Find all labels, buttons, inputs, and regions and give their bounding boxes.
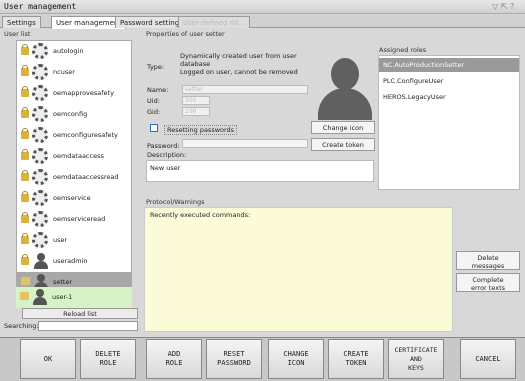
- list-item[interactable]: user-1: [16, 287, 132, 308]
- delete-messages-button[interactable]: Delete messages: [456, 251, 520, 270]
- list-item[interactable]: oemserviceread: [17, 209, 131, 230]
- user-name: oemconfiguresafety: [53, 131, 118, 139]
- lock-icon: [21, 65, 29, 76]
- resetting-passwords-label[interactable]: Resetting passwords: [164, 125, 238, 135]
- list-item[interactable]: oemapprovesafety: [17, 83, 131, 104]
- search-input[interactable]: [38, 321, 138, 331]
- password-field[interactable]: [182, 139, 308, 148]
- protocol-log: Recently executed commands:: [144, 207, 453, 332]
- list-item[interactable]: oemdataaccessread: [17, 167, 131, 188]
- lock-icon: [21, 254, 29, 265]
- create-token-softkey[interactable]: CREATE TOKEN: [328, 339, 384, 379]
- gear-icon: [32, 43, 48, 59]
- lock-icon: [21, 128, 29, 139]
- reset-password-softkey[interactable]: RESET PASSWORD: [206, 339, 262, 379]
- gear-icon: [32, 169, 48, 185]
- type-label: Type:: [147, 63, 165, 71]
- user-name: oemapprovesafety: [53, 89, 114, 97]
- user-name: setter: [53, 278, 73, 286]
- properties-header: Properties of user setter: [146, 30, 225, 38]
- description-field[interactable]: New user: [146, 160, 374, 182]
- gear-icon: [32, 64, 48, 80]
- description-label: Description:: [147, 151, 187, 159]
- gid-label: Gid:: [147, 108, 161, 116]
- role-item[interactable]: NC.AutoProductionSetter: [379, 58, 519, 72]
- user-name: oemdataaccess: [53, 152, 104, 160]
- user-name: ncuser: [53, 68, 75, 76]
- uid-label: Uid:: [147, 97, 160, 105]
- change-icon-softkey[interactable]: CHANGE ICON: [268, 339, 324, 379]
- gid-field: 100: [182, 107, 210, 116]
- user-list[interactable]: autologin ncuser oemapprovesafety oemcon…: [16, 40, 132, 305]
- create-token-button[interactable]: Create token: [311, 138, 375, 151]
- list-item[interactable]: oemconfig: [17, 104, 131, 125]
- add-role-softkey[interactable]: ADD ROLE: [146, 339, 202, 379]
- gear-icon: [32, 190, 48, 206]
- list-item[interactable]: ncuser: [17, 62, 131, 83]
- assigned-roles-list[interactable]: NC.AutoProductionSetter PLC.ConfigureUse…: [378, 55, 520, 190]
- tab-bar: Settings User management Password settin…: [0, 15, 525, 29]
- delete-role-softkey[interactable]: DELETE ROLE: [80, 339, 136, 379]
- lock-icon: [21, 170, 29, 181]
- name-field: setter: [182, 85, 308, 94]
- lock-icon: [21, 233, 29, 244]
- user-name: user: [53, 236, 68, 244]
- folder-icon: [20, 292, 29, 300]
- person-icon: [34, 253, 48, 269]
- window-controls[interactable]: ▽ ⇱ ?: [492, 2, 514, 11]
- complete-error-texts-button[interactable]: Complete error texts: [456, 273, 520, 292]
- password-label: Password:: [147, 142, 180, 150]
- resetting-passwords-checkbox[interactable]: [150, 124, 158, 132]
- tab-password-settings[interactable]: Password settings: [115, 16, 188, 28]
- gear-icon: [32, 106, 48, 122]
- list-item[interactable]: useradmin: [17, 251, 131, 272]
- certificate-and-keys-softkey[interactable]: CERTIFICATE AND KEYS: [388, 339, 444, 379]
- change-icon-button[interactable]: Change icon: [311, 121, 375, 134]
- user-name: oemserviceread: [53, 215, 106, 223]
- search-label: Searching:: [4, 322, 39, 330]
- type-value: Dynamically created user from user datab…: [180, 52, 298, 76]
- lock-icon: [21, 212, 29, 223]
- person-icon: [33, 289, 47, 305]
- list-item[interactable]: autologin: [17, 41, 131, 62]
- protocol-header: Protocol/Warnings: [146, 198, 205, 206]
- gear-icon: [32, 127, 48, 143]
- tab-settings[interactable]: Settings: [2, 16, 41, 28]
- lock-icon: [21, 191, 29, 202]
- gear-icon: [32, 148, 48, 164]
- window-title: User management: [4, 2, 77, 11]
- role-item[interactable]: HEROS.LegacyUser: [379, 90, 519, 104]
- gear-icon: [32, 232, 48, 248]
- folder-icon: [21, 277, 30, 285]
- reload-list-button[interactable]: Reload list: [22, 308, 138, 319]
- gear-icon: [32, 85, 48, 101]
- user-avatar: [318, 58, 372, 120]
- lock-icon: [21, 149, 29, 160]
- title-bar: User management ▽ ⇱ ?: [0, 0, 525, 14]
- ok-softkey[interactable]: OK: [20, 339, 76, 379]
- uid-field: 505: [182, 96, 210, 105]
- user-name: oemdataaccessread: [53, 173, 119, 181]
- lock-icon: [21, 86, 29, 97]
- assigned-roles-header: Assigned roles: [379, 46, 427, 54]
- cancel-softkey[interactable]: CANCEL: [460, 339, 516, 379]
- user-list-gutter: [0, 40, 16, 305]
- list-item[interactable]: oemdataaccess: [17, 146, 131, 167]
- list-item[interactable]: oemconfiguresafety: [17, 125, 131, 146]
- lock-icon: [21, 107, 29, 118]
- list-item[interactable]: oemservice: [17, 188, 131, 209]
- softkey-bar: OK DELETE ROLE ADD ROLE RESET PASSWORD C…: [0, 337, 525, 381]
- user-name: useradmin: [53, 257, 88, 265]
- user-name: oemconfig: [53, 110, 88, 118]
- role-item[interactable]: PLC.ConfigureUser: [379, 74, 519, 88]
- user-name: oemservice: [53, 194, 91, 202]
- lock-icon: [21, 44, 29, 55]
- user-name: user-1: [52, 293, 73, 301]
- user-list-header: User list: [4, 30, 31, 38]
- name-label: Name:: [147, 86, 169, 94]
- gear-icon: [32, 211, 48, 227]
- user-name: autologin: [53, 47, 84, 55]
- tab-user-defined-roles: User-defined rol...: [178, 16, 251, 28]
- list-item[interactable]: user: [17, 230, 131, 251]
